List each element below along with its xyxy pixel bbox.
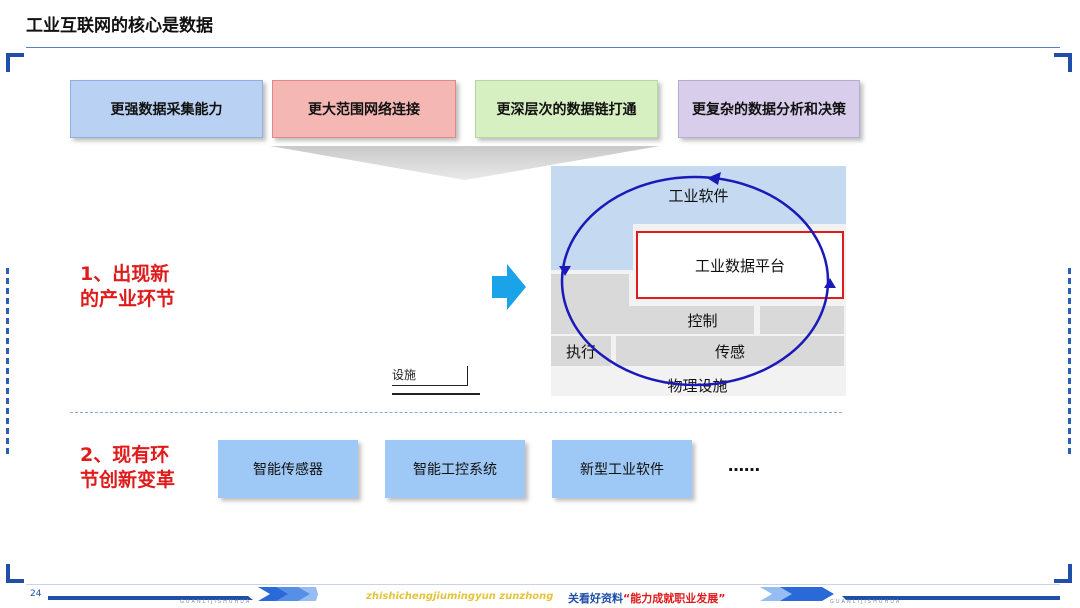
stray-label-box: 设施: [392, 366, 468, 386]
corner-bracket-bottom-right: [1054, 564, 1072, 583]
section-1-line-2: 的产业环节: [80, 288, 176, 310]
top-box-analysis-decision: 更复杂的数据分析和决策: [678, 80, 860, 138]
section-divider: [70, 412, 842, 413]
section-2-line-2: 节创新变革: [80, 469, 176, 491]
bottom-box-label: 智能传感器: [253, 462, 323, 478]
top-box-label: 更强数据采集能力: [110, 102, 223, 118]
bottom-box-smart-sensor: 智能传感器: [218, 440, 358, 498]
top-box-network-connection: 更大范围网络连接: [272, 80, 456, 138]
footer-caption-right: GUANLIJISHUHUA: [830, 599, 902, 605]
title-divider: [26, 47, 1060, 48]
right-arrow-icon: [492, 264, 526, 310]
data-cycle-ellipse: [559, 172, 836, 387]
footer-pinyin: zhishichengjiumingyun zunzhong: [366, 591, 554, 602]
page-title: 工业互联网的核心是数据: [26, 16, 213, 36]
stray-underline: [392, 393, 480, 395]
bottom-box-label: 新型工业软件: [580, 462, 664, 478]
footer-rule: [26, 584, 1060, 585]
bottom-box-label: 智能工控系统: [413, 462, 497, 478]
section-2-label: 2、现有环 节创新变革: [80, 443, 175, 493]
footer-slogan-quote: “能力成就职业发展”: [623, 592, 726, 605]
top-box-label: 更复杂的数据分析和决策: [692, 102, 846, 118]
top-box-label: 更深层次的数据链打通: [496, 102, 637, 118]
left-side-dashes: [6, 268, 9, 458]
footer-caption-left: GUANLIJISHUHUA: [180, 599, 252, 605]
top-box-label: 更大范围网络连接: [308, 102, 420, 118]
corner-bracket-top-right: [1054, 53, 1072, 72]
stray-label-text: 设施: [392, 368, 417, 382]
section-1-label: 1、出现新 的产业环节: [80, 262, 175, 312]
footer-slogan-prefix: 关看好资料: [568, 592, 623, 605]
right-side-dashes: [1068, 268, 1071, 458]
bottom-box-smart-control: 智能工控系统: [385, 440, 525, 498]
corner-bracket-top-left: [6, 53, 24, 72]
section-2-line-1: 2、现有环: [80, 444, 170, 466]
section-1-line-1: 1、出现新: [80, 263, 170, 285]
footer-slogan: 关看好资料“能力成就职业发展”: [568, 590, 725, 606]
ellipsis-text: ……: [728, 456, 760, 475]
page-number: 24: [30, 589, 42, 599]
top-box-data-collection: 更强数据采集能力: [70, 80, 263, 138]
bottom-box-new-software: 新型工业软件: [552, 440, 692, 498]
corner-bracket-bottom-left: [6, 564, 24, 583]
top-box-data-chain: 更深层次的数据链打通: [475, 80, 658, 138]
footer-right-stripes: [760, 587, 1060, 601]
